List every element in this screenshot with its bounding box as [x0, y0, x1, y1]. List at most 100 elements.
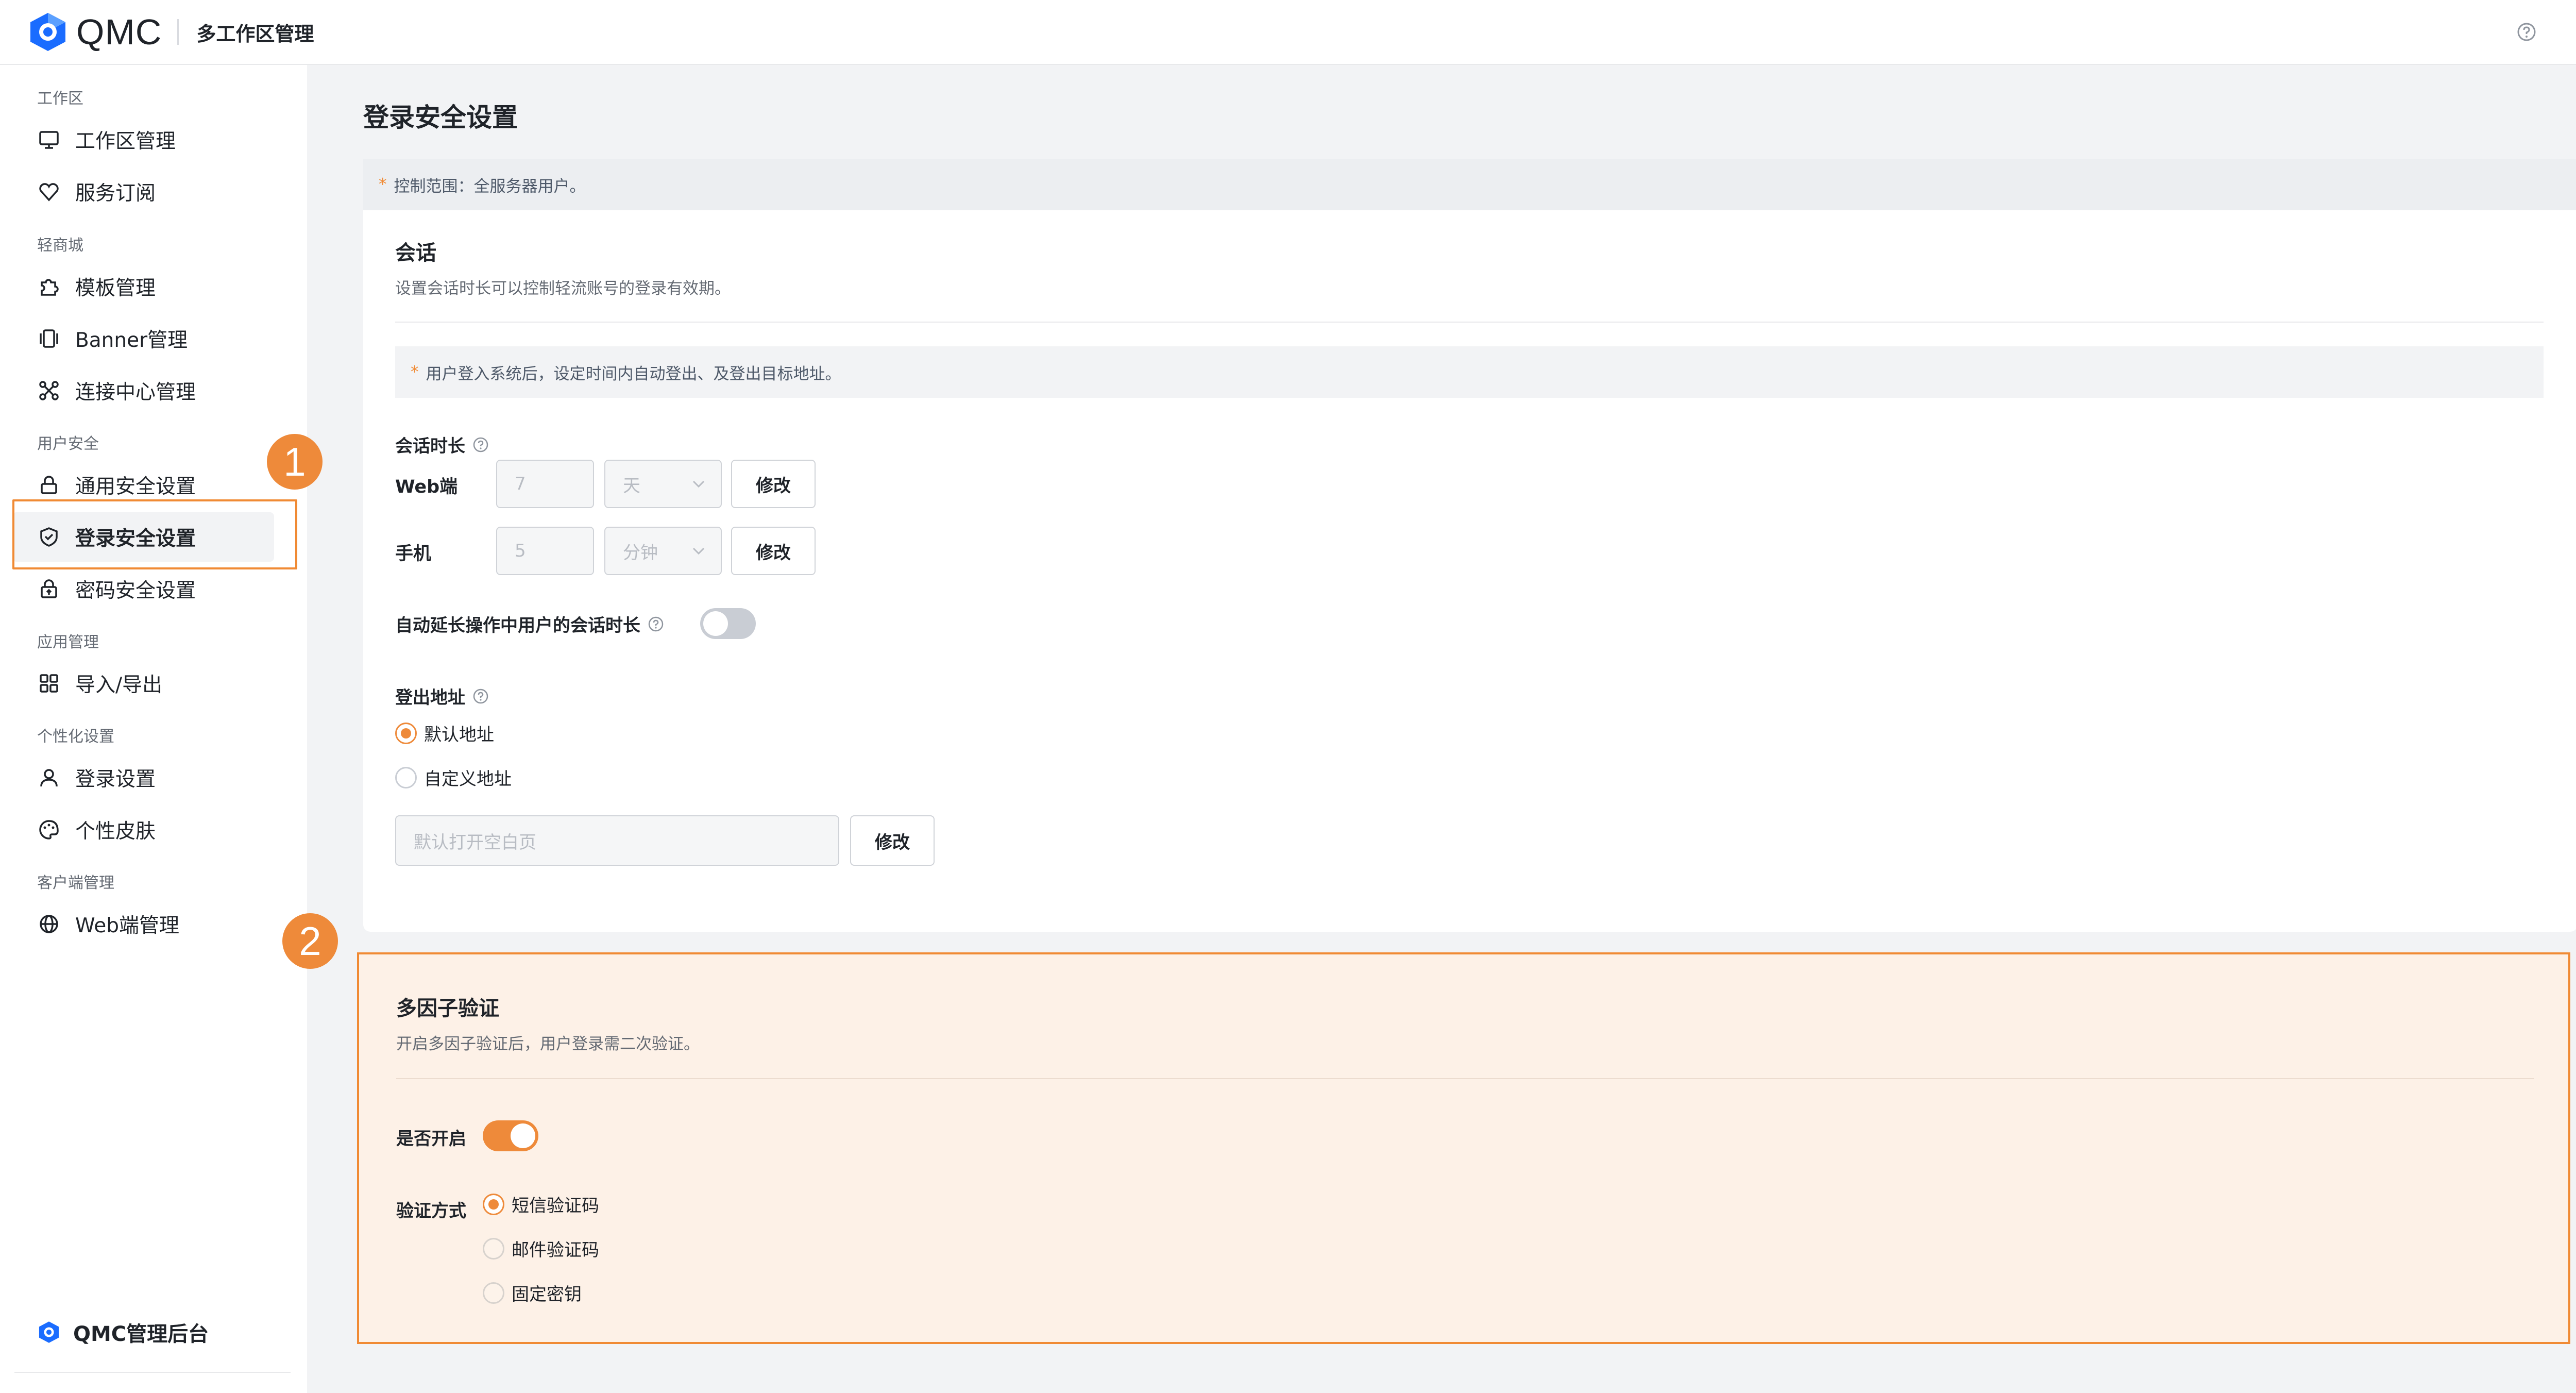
session-card: 会话 设置会话时长可以控制轻流账号的登录有效期。 * 用户登入系统后，设定时间内… [363, 210, 2576, 932]
sidebar-item-templates[interactable]: 模板管理 [12, 262, 274, 311]
logout-option-default[interactable]: 默认地址 [395, 720, 494, 746]
mfa-method-sms[interactable]: 短信验证码 [483, 1191, 599, 1217]
radio-label: 固定密钥 [512, 1284, 582, 1305]
sidebar-section-label: 客户端管理 [37, 874, 114, 892]
mfa-enable-toggle[interactable] [483, 1120, 538, 1151]
mfa-title: 多因子验证 [396, 997, 499, 1020]
logout-option-custom[interactable]: 自定义地址 [395, 765, 512, 790]
grid-icon [37, 672, 61, 695]
radio-unchecked[interactable] [483, 1282, 504, 1304]
radio-checked[interactable] [395, 722, 417, 744]
sidebar-item-workspace[interactable]: 工作区管理 [12, 115, 274, 164]
sidebar-item-skin[interactable]: 个性皮肤 [12, 805, 274, 854]
asterisk-icon: * [411, 363, 419, 381]
palette-icon [37, 818, 61, 842]
label-text: 自动延长操作中用户的会话时长 [395, 615, 640, 636]
select-value: 分钟 [623, 542, 658, 563]
help-circle-icon[interactable] [472, 437, 489, 453]
session-note-text: 用户登入系统后，设定时间内自动登出、及登出目标地址。 [426, 364, 841, 383]
radio-checked[interactable] [483, 1193, 504, 1215]
step-badge-2: 2 [282, 913, 338, 969]
qmc-logo-icon [37, 1320, 61, 1344]
mobile-label: 手机 [395, 544, 432, 564]
sidebar-item-subscription[interactable]: 服务订阅 [12, 167, 274, 216]
mfa-method-fixed-key[interactable]: 固定密钥 [483, 1280, 582, 1305]
mfa-enable-label: 是否开启 [396, 1129, 466, 1149]
page-title: 登录安全设置 [363, 103, 518, 132]
sidebar-item-label: 密码安全设置 [75, 579, 196, 602]
qmc-logo-icon [27, 11, 69, 53]
sidebar-item-web-client[interactable]: Web端管理 [12, 899, 274, 949]
sidebar-item-label: 导入/导出 [75, 674, 163, 697]
scope-note: * 控制范围：全服务器用户。 [363, 159, 2576, 210]
select-value: 天 [623, 475, 640, 496]
scope-note-text: 控制范围：全服务器用户。 [394, 177, 586, 196]
mobile-modify-button[interactable]: 修改 [731, 527, 816, 575]
lock-icon [37, 473, 61, 497]
sidebar-item-password-security[interactable]: 密码安全设置 [12, 564, 274, 614]
app-title: 多工作区管理 [196, 22, 314, 45]
top-bar: QMC 多工作区管理 [0, 0, 2576, 65]
help-circle-icon[interactable] [472, 688, 489, 704]
session-title: 会话 [395, 241, 436, 265]
toggle-knob [511, 1123, 535, 1148]
radio-unchecked[interactable] [483, 1237, 504, 1260]
globe-icon [37, 912, 61, 936]
radio-label: 邮件验证码 [512, 1240, 599, 1261]
divider [14, 1372, 291, 1373]
admin-link-label: QMC管理后台 [73, 1322, 209, 1346]
qmc-admin-link[interactable]: QMC管理后台 [37, 1317, 209, 1347]
logout-address-label: 登出地址 [395, 683, 489, 709]
asterisk-icon: * [379, 175, 387, 194]
toggle-knob [703, 611, 728, 636]
sidebar-item-label: Banner管理 [75, 329, 188, 352]
logo-text: QMC [76, 12, 162, 52]
sidebar-section-label: 个性化设置 [37, 728, 114, 746]
session-note: * 用户登入系统后，设定时间内自动登出、及登出目标地址。 [395, 346, 2544, 398]
web-duration-input[interactable]: 7 [496, 460, 594, 508]
help-circle-icon[interactable] [2515, 21, 2538, 43]
sidebar-item-label: 连接中心管理 [75, 381, 196, 404]
help-circle-icon[interactable] [648, 616, 664, 632]
radio-label: 短信验证码 [512, 1196, 599, 1216]
mfa-desc: 开启多因子验证后，用户登录需二次验证。 [396, 1035, 700, 1053]
logout-modify-button[interactable]: 修改 [850, 815, 935, 866]
step-badge-1: 1 [267, 434, 323, 490]
user-icon [37, 766, 61, 790]
sidebar-item-login-settings[interactable]: 登录设置 [12, 753, 274, 802]
mfa-section: 多因子验证 开启多因子验证后，用户登录需二次验证。 是否开启 验证方式 短信验证… [357, 952, 2570, 1344]
logout-url-input[interactable]: 默认打开空白页 [395, 815, 839, 866]
mfa-method-label: 验证方式 [396, 1201, 466, 1221]
divider [396, 1078, 2534, 1079]
highlight-box [12, 499, 297, 569]
mobile-unit-select[interactable]: 分钟 [604, 527, 722, 575]
puzzle-icon [37, 275, 61, 298]
web-modify-button[interactable]: 修改 [731, 460, 816, 508]
auto-extend-label: 自动延长操作中用户的会话时长 [395, 611, 664, 636]
sidebar-item-import-export[interactable]: 导入/导出 [12, 659, 274, 708]
sidebar: 工作区 工作区管理 服务订阅 轻商城 模板管理 Banner管理 连接中心管理 … [0, 65, 307, 1393]
chevron-down-icon [692, 480, 705, 488]
radio-unchecked[interactable] [395, 766, 417, 788]
session-duration-label: 会话时长 [395, 432, 489, 457]
web-label: Web端 [395, 477, 458, 497]
sidebar-item-label: 通用安全设置 [75, 475, 196, 498]
top-divider [177, 19, 179, 45]
session-desc: 设置会话时长可以控制轻流账号的登录有效期。 [395, 279, 731, 298]
sidebar-item-label: 登录设置 [75, 768, 156, 791]
sidebar-item-label: 个性皮肤 [75, 820, 156, 843]
sidebar-item-label: 服务订阅 [75, 182, 156, 205]
sidebar-item-connection-center[interactable]: 连接中心管理 [12, 366, 274, 415]
web-unit-select[interactable]: 天 [604, 460, 722, 508]
monitor-icon [37, 128, 61, 152]
mfa-method-email[interactable]: 邮件验证码 [483, 1236, 599, 1261]
label-text: 登出地址 [395, 687, 465, 708]
auto-extend-toggle[interactable] [700, 608, 756, 639]
connection-icon [37, 379, 61, 402]
mobile-duration-input[interactable]: 5 [496, 527, 594, 575]
chevron-down-icon [692, 547, 705, 555]
radio-label: 默认地址 [424, 725, 494, 745]
divider [395, 322, 2544, 323]
sidebar-item-banner[interactable]: Banner管理 [12, 314, 274, 363]
heart-shield-icon [37, 180, 61, 204]
